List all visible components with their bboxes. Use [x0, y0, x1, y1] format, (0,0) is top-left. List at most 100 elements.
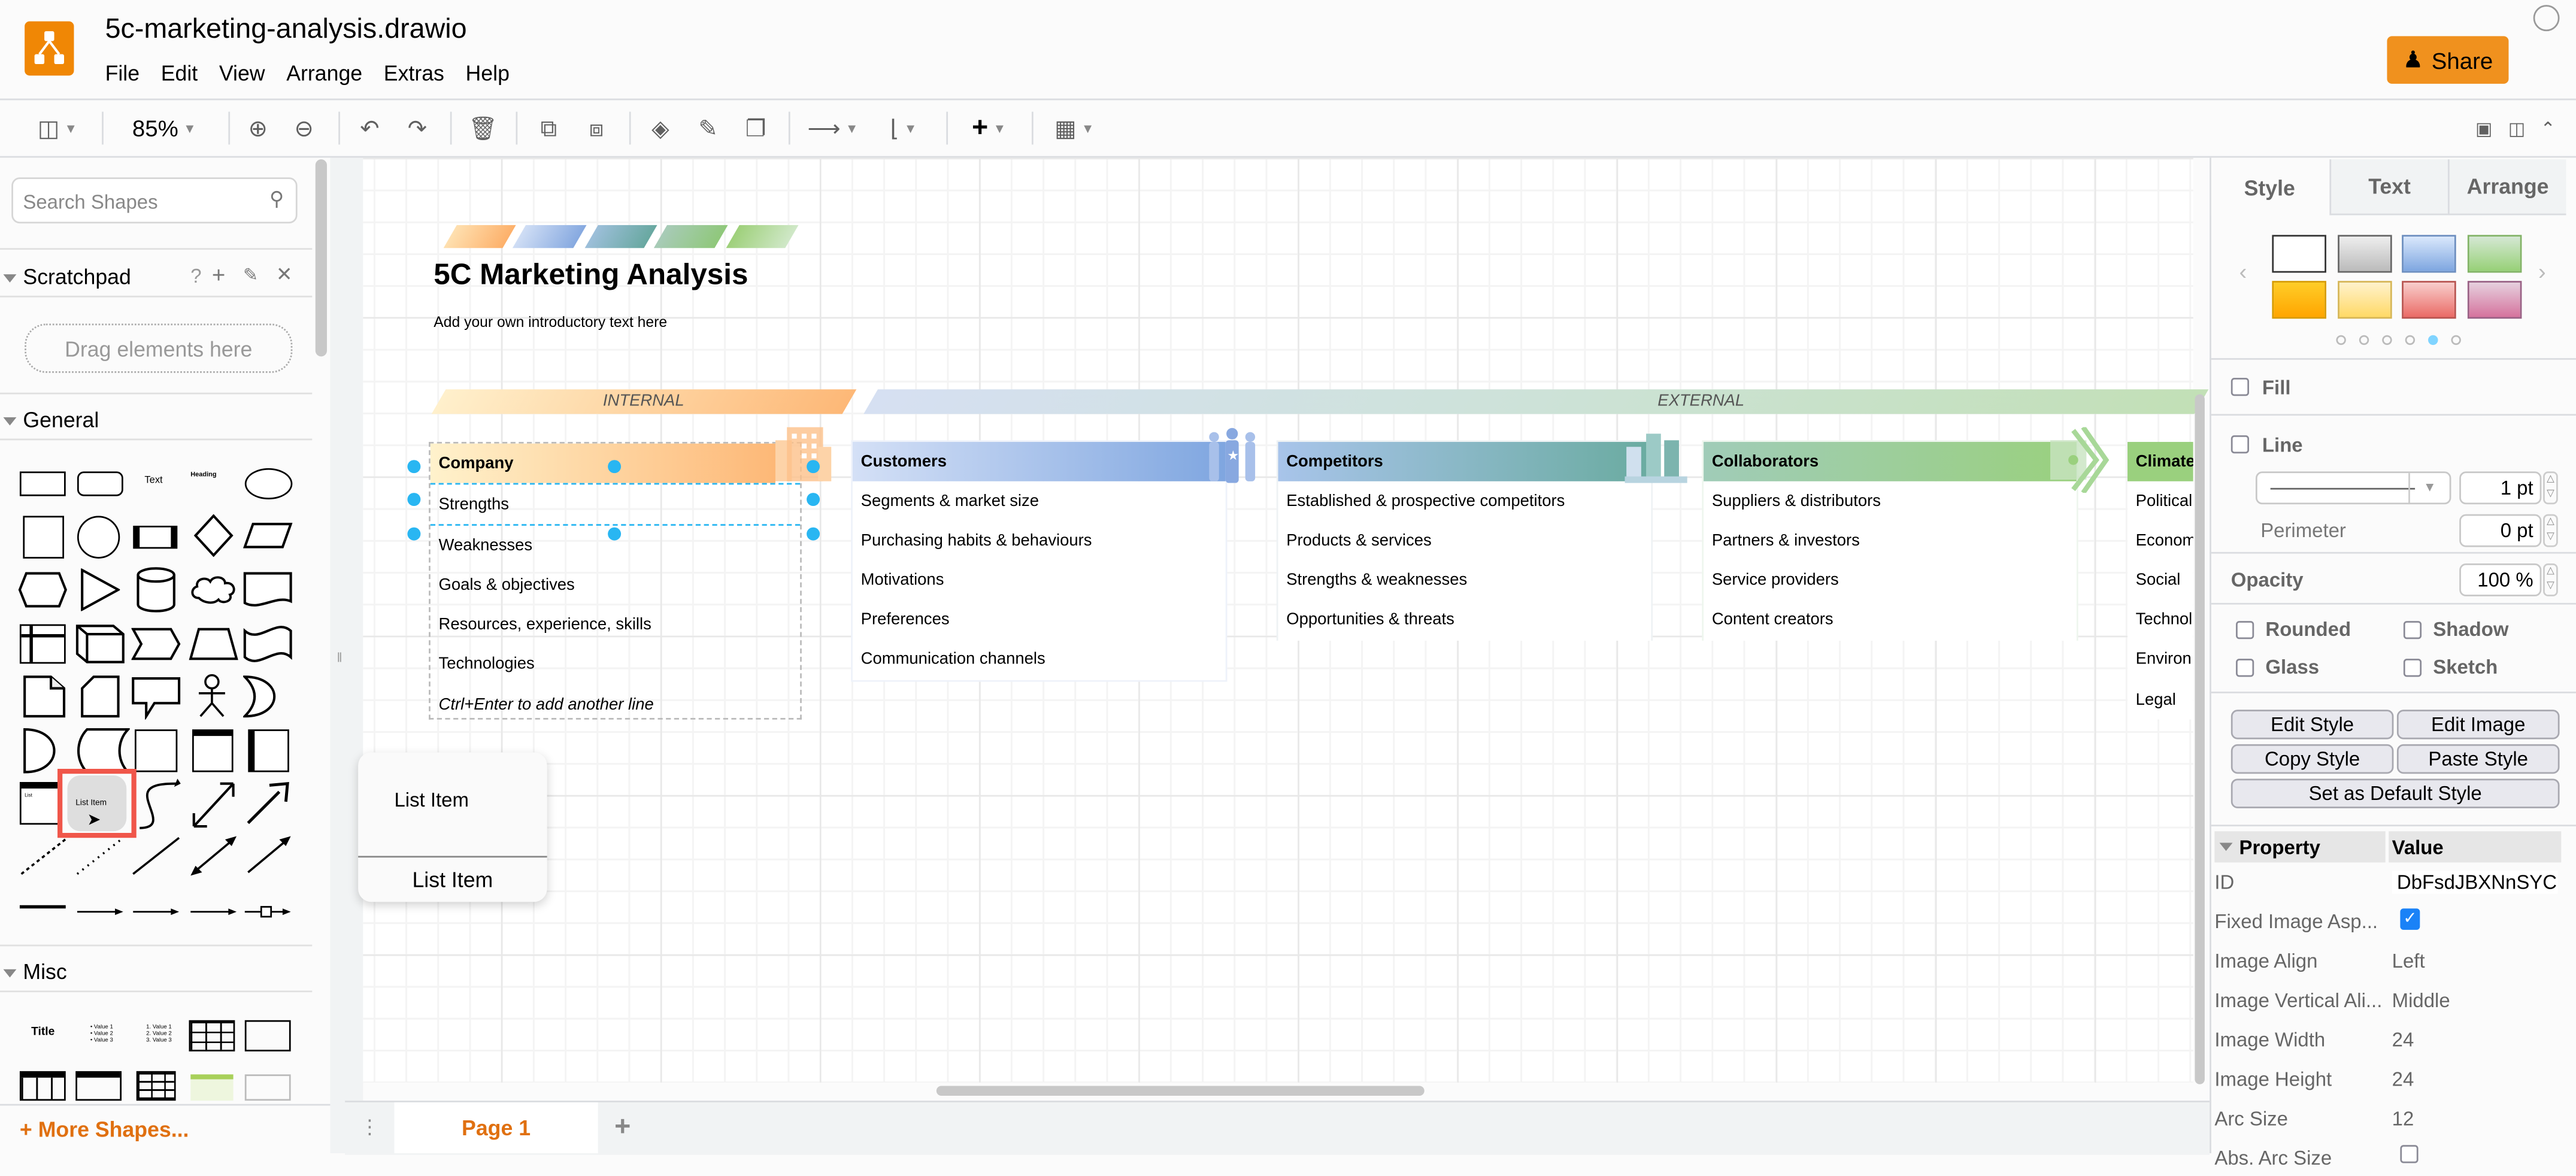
zoom-in-icon[interactable]: ⊕ — [243, 100, 272, 156]
perimeter-stepper[interactable]: △ ▽ — [2543, 514, 2558, 547]
shape-triangle[interactable] — [80, 568, 121, 619]
misc-grey-table[interactable] — [244, 1074, 291, 1101]
close-icon[interactable]: ✕ — [276, 263, 293, 286]
selection-handle[interactable] — [807, 527, 820, 541]
vertical-scrollbar[interactable] — [2195, 394, 2205, 1084]
shape-cube[interactable] — [75, 625, 125, 672]
shape-arrow[interactable] — [243, 778, 292, 839]
internal-band[interactable]: INTERNAL — [431, 389, 857, 414]
shape-rounded-rectangle[interactable] — [77, 471, 123, 496]
general-header[interactable]: General — [3, 407, 99, 432]
line-width-stepper[interactable]: △ ▽ — [2543, 471, 2558, 505]
list-item[interactable]: Legal — [2128, 680, 2193, 720]
to-back-icon[interactable]: ⧈ — [581, 100, 611, 156]
edit-style-button[interactable]: Edit Style — [2230, 710, 2394, 739]
fixed-aspect-checkbox[interactable]: ✓ — [2400, 908, 2420, 930]
style-swatch-orange[interactable] — [2272, 281, 2326, 319]
shape-circle[interactable] — [77, 516, 120, 559]
delete-icon[interactable]: 🗑 — [468, 100, 498, 156]
shape-curve[interactable] — [135, 778, 181, 839]
shape-bidirectional-connector[interactable] — [189, 835, 238, 886]
opacity-stepper[interactable]: △ ▽ — [2543, 563, 2558, 596]
collapse-icon[interactable]: ⌃ — [2536, 100, 2559, 156]
edit-image-button[interactable]: Edit Image — [2396, 710, 2560, 739]
swatch-page-dot[interactable] — [2382, 335, 2392, 345]
list-item[interactable]: Products & services — [1278, 521, 1651, 560]
selection-handle[interactable] — [407, 460, 421, 474]
style-swatch-purple[interactable] — [2467, 281, 2522, 319]
menu-file[interactable]: File — [105, 61, 140, 86]
column-climate-header[interactable]: Climate — [2127, 442, 2193, 481]
help-icon[interactable]: ? — [190, 265, 201, 287]
shape-line[interactable] — [131, 835, 180, 886]
list-item[interactable]: Econom — [2128, 521, 2193, 560]
shape-square[interactable] — [23, 516, 65, 559]
undo-icon[interactable]: ↶ — [355, 100, 384, 156]
sidebar-resize-gutter[interactable]: ‖ — [330, 157, 363, 1154]
column-collaborators[interactable]: Collaborators Suppliers & distributors P… — [1704, 442, 2077, 641]
language-globe-icon[interactable] — [2533, 5, 2560, 32]
misc-table[interactable] — [19, 1071, 66, 1101]
add-line-hint[interactable]: Ctrl+Enter to add another line — [431, 685, 800, 725]
swatch-page-dot[interactable] — [2359, 335, 2369, 345]
scratchpad-dropzone[interactable]: Drag elements here — [25, 323, 293, 373]
shape-tape[interactable] — [243, 625, 292, 672]
shape-parallelogram[interactable] — [243, 522, 293, 557]
style-swatch-red[interactable] — [2402, 281, 2456, 319]
menu-extras[interactable]: Extras — [384, 61, 444, 86]
list-item[interactable]: Strengths & weaknesses — [1278, 561, 1651, 601]
shape-card[interactable] — [80, 675, 120, 726]
column-customers[interactable]: Customers Segments & market size Purchas… — [852, 442, 1226, 680]
set-default-style-button[interactable]: Set as Default Style — [2230, 778, 2560, 808]
rounded-checkbox[interactable] — [2236, 621, 2254, 639]
list-item[interactable]: Partners & investors — [1704, 521, 2077, 560]
menu-help[interactable]: Help — [466, 61, 510, 86]
list-item[interactable]: Preferences — [853, 601, 1226, 640]
image-width-value[interactable]: 24 — [2392, 1028, 2414, 1051]
page-tab-1[interactable]: Page 1 — [394, 1102, 598, 1154]
shape-actor[interactable] — [194, 674, 230, 728]
image-vertical-align-value[interactable]: Middle — [2392, 989, 2450, 1012]
diagram-intro-text[interactable]: Add your own introductory text here — [434, 314, 667, 330]
shape-internal-storage[interactable] — [19, 624, 66, 664]
column-competitors[interactable]: Competitors Established & prospective co… — [1278, 442, 1651, 641]
add-icon[interactable]: + — [212, 261, 225, 287]
misc-title-shape[interactable]: Title — [31, 1027, 54, 1038]
line-pattern-dropdown[interactable]: ▼ — [2255, 471, 2451, 505]
image-align-value[interactable]: Left — [2392, 950, 2425, 972]
shape-source-label-connector[interactable] — [131, 899, 180, 928]
list-item[interactable]: Social — [2128, 561, 2193, 601]
tab-arrange[interactable]: Arrange — [2447, 159, 2566, 216]
table-button[interactable]: ▦ ▼ — [1047, 100, 1102, 156]
shape-document[interactable] — [243, 572, 292, 620]
list-item[interactable]: Content creators — [1704, 601, 2077, 640]
swatch-prev-icon[interactable]: ‹ — [2239, 258, 2247, 284]
abs-arc-size-checkbox[interactable] — [2400, 1145, 2419, 1163]
list-item[interactable]: Purchasing habits & behaviours — [853, 521, 1226, 560]
swatch-page-dot[interactable] — [2405, 335, 2416, 345]
shape-delay[interactable] — [23, 728, 62, 782]
edit-pencil-icon[interactable]: ✎ — [243, 265, 258, 286]
selection-handle[interactable] — [608, 527, 622, 541]
list-item[interactable]: Service providers — [1704, 561, 2077, 601]
misc-container-table[interactable] — [136, 1071, 176, 1101]
paste-style-button[interactable]: Paste Style — [2396, 744, 2560, 774]
shape-hexagon[interactable] — [18, 572, 67, 616]
list-item[interactable]: Strengths — [430, 483, 801, 526]
perimeter-input[interactable]: 0 pt — [2459, 514, 2542, 547]
opacity-input[interactable]: 100 % — [2459, 563, 2542, 596]
list-item[interactable]: Environ — [2128, 640, 2193, 680]
file-title[interactable]: 5c-marketing-analysis.drawio — [105, 13, 467, 46]
misc-header[interactable]: Misc — [3, 959, 67, 984]
add-page-icon[interactable]: + — [614, 1111, 631, 1144]
diagram-title[interactable]: 5C Marketing Analysis — [434, 258, 748, 293]
column-competitors-header[interactable]: Competitors — [1278, 442, 1651, 481]
list-item[interactable]: Political — [2128, 481, 2193, 521]
shape-trapezoid[interactable] — [189, 628, 238, 669]
shadow-checkbox[interactable] — [2403, 621, 2422, 639]
swatch-page-dot-active[interactable] — [2428, 335, 2438, 345]
line-color-icon[interactable]: ✎ — [693, 100, 723, 156]
list-item[interactable]: Established & prospective competitors — [1278, 481, 1651, 521]
tab-style[interactable]: Style — [2211, 159, 2328, 216]
list-item[interactable]: Communication channels — [853, 640, 1226, 680]
